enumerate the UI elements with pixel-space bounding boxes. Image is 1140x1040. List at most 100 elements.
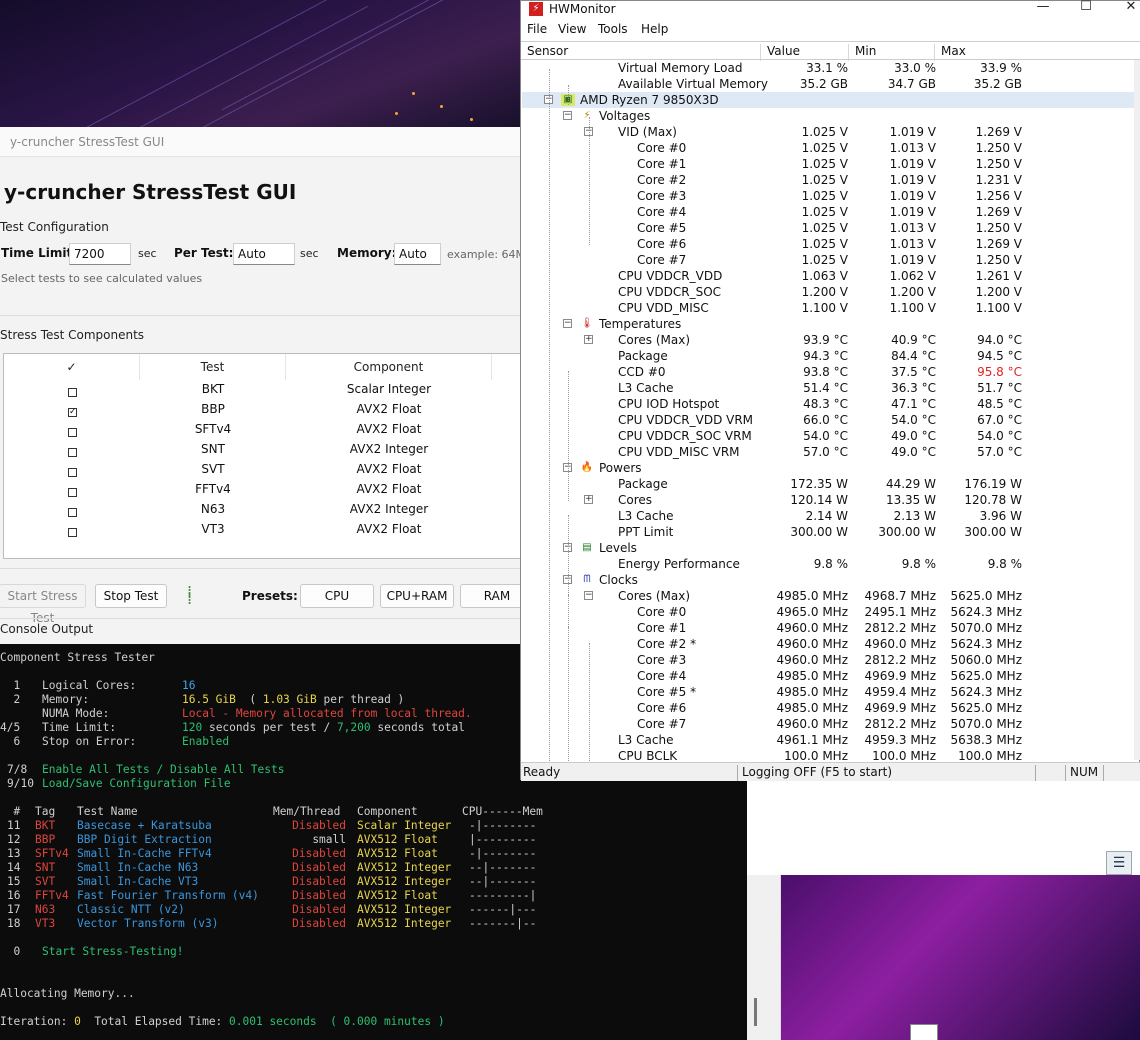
test-checkbox[interactable]	[68, 448, 77, 457]
tree-expander-icon[interactable]: −	[584, 591, 593, 600]
drag-handle-icon[interactable]: ⁞ ⁞	[187, 584, 197, 608]
tree-expander-icon[interactable]: −	[563, 111, 572, 120]
sensor-row[interactable]: − ⚡ Voltages	[522, 108, 1134, 124]
test-checkbox[interactable]	[68, 468, 77, 477]
col-max-header[interactable]: Max	[935, 44, 1140, 61]
stop-test-button[interactable]: Stop Test	[95, 584, 167, 608]
sensor-row[interactable]: Virtual Memory Load 33.1 % 33.0 % 33.9 %	[522, 61, 1134, 76]
sensor-row[interactable]: Core #2 1.025 V 1.019 V 1.231 V	[522, 172, 1134, 188]
sensor-row[interactable]: Core #6 1.025 V 1.013 V 1.269 V	[522, 236, 1134, 252]
sensor-row[interactable]: PPT Limit 300.00 W 300.00 W 300.00 W	[522, 524, 1134, 540]
sensor-row[interactable]: Core #5 1.025 V 1.013 V 1.250 V	[522, 220, 1134, 236]
sensor-row[interactable]: Core #1 4960.0 MHz 2812.2 MHz 5070.0 MHz	[522, 620, 1134, 636]
test-checkbox[interactable]: ✓	[68, 408, 77, 417]
test-checkbox[interactable]	[68, 428, 77, 437]
sensor-row[interactable]: CPU VDDCR_SOC 1.200 V 1.200 V 1.200 V	[522, 284, 1134, 300]
col-component-header[interactable]: Component	[286, 354, 492, 380]
hwmonitor-titlebar[interactable]: ⚡ HWMonitor — ☐ ✕	[521, 0, 1140, 19]
sensor-row[interactable]: − 🔥 Powers	[522, 460, 1134, 476]
test-checkbox[interactable]	[68, 388, 77, 397]
sensor-row[interactable]: Core #1 1.025 V 1.019 V 1.250 V	[522, 156, 1134, 172]
sensor-name: Core #7	[637, 717, 687, 731]
sensor-row[interactable]: Core #2 * 4960.0 MHz 4960.0 MHz 5624.3 MHz	[522, 636, 1134, 652]
sensor-row[interactable]: − ▤ Levels	[522, 540, 1134, 556]
menu-help[interactable]: Help	[641, 22, 668, 36]
sensor-max: 51.7 °C	[977, 381, 1022, 395]
sensor-row[interactable]: Core #6 4985.0 MHz 4969.9 MHz 5625.0 MHz	[522, 700, 1134, 716]
maximize-icon[interactable]: ☐	[1076, 0, 1096, 14]
sensor-row[interactable]: − VID (Max) 1.025 V 1.019 V 1.269 V	[522, 124, 1134, 140]
list-view-icon[interactable]: ☰	[1106, 851, 1132, 875]
test-checkbox[interactable]	[68, 528, 77, 537]
sensor-row[interactable]: CPU VDDCR_SOC VRM 54.0 °C 49.0 °C 54.0 °C	[522, 428, 1134, 444]
tree-expander-icon[interactable]: +	[584, 495, 593, 504]
start-stress-test-button[interactable]: Start Stress Test	[0, 584, 86, 625]
sensor-row[interactable]: L3 Cache 4961.1 MHz 4959.3 MHz 5638.3 MHz	[522, 732, 1134, 748]
sensor-row[interactable]: Core #5 * 4985.0 MHz 4959.4 MHz 5624.3 MHz	[522, 684, 1134, 700]
component-row[interactable]: ✓ BBP AVX2 Float	[4, 402, 524, 422]
sensor-row[interactable]: CCD #0 93.8 °C 37.5 °C 95.8 °C	[522, 364, 1134, 380]
sensor-row[interactable]: CPU VDD_MISC VRM 57.0 °C 49.0 °C 57.0 °C	[522, 444, 1134, 460]
sensor-row[interactable]: Available Virtual Memory 35.2 GB 34.7 GB 35…	[522, 76, 1134, 92]
menu-view[interactable]: View	[558, 22, 586, 36]
sensor-row[interactable]: − ᗰ Clocks	[522, 572, 1134, 588]
component-row[interactable]: FFTv4 AVX2 Float	[4, 482, 524, 502]
sensor-row[interactable]: Core #3 1.025 V 1.019 V 1.256 V	[522, 188, 1134, 204]
tree-expander-icon[interactable]: −	[563, 319, 572, 328]
menu-file[interactable]: File	[527, 22, 547, 36]
memory-input[interactable]: Auto	[394, 243, 441, 265]
sensor-row[interactable]: Core #0 4965.0 MHz 2495.1 MHz 5624.3 MHz	[522, 604, 1134, 620]
sensor-max: 5070.0 MHz	[950, 621, 1022, 635]
component-row[interactable]: N63 AVX2 Integer	[4, 502, 524, 522]
component-row[interactable]: BKT Scalar Integer	[4, 382, 524, 402]
sensor-row[interactable]: − 🌡 Temperatures	[522, 316, 1134, 332]
sensor-row[interactable]: − ▣ AMD Ryzen 7 9850X3D	[522, 92, 1134, 108]
col-min-header[interactable]: Min	[849, 44, 935, 61]
sensor-row[interactable]: Energy Performance 9.8 % 9.8 % 9.8 %	[522, 556, 1134, 572]
col-value-header[interactable]: Value	[761, 44, 849, 61]
sensor-row[interactable]: Package 172.35 W 44.29 W 176.19 W	[522, 476, 1134, 492]
preset-cpu-button[interactable]: CPU	[300, 584, 374, 608]
preset-cpu-ram-button[interactable]: CPU+RAM	[380, 584, 454, 608]
col-test-header[interactable]: Test	[140, 354, 286, 380]
sensor-row[interactable]: CPU VDDCR_VDD VRM 66.0 °C 54.0 °C 67.0 °C	[522, 412, 1134, 428]
console-scrollbar[interactable]	[754, 998, 757, 1026]
sensor-row[interactable]: Core #4 1.025 V 1.019 V 1.269 V	[522, 204, 1134, 220]
sensor-row[interactable]: CPU VDD_MISC 1.100 V 1.100 V 1.100 V	[522, 300, 1134, 316]
component-row[interactable]: VT3 AVX2 Float	[4, 522, 524, 542]
sensor-row[interactable]: Core #3 4960.0 MHz 2812.2 MHz 5060.0 MHz	[522, 652, 1134, 668]
minimize-icon[interactable]: —	[1033, 0, 1053, 14]
sensor-tree[interactable]: Virtual Memory Load 33.1 % 33.0 % 33.9 % Ava…	[522, 61, 1134, 761]
sensor-max: 57.0 °C	[977, 445, 1022, 459]
time-limit-input[interactable]: 7200	[69, 243, 131, 265]
sensor-row[interactable]: CPU VDDCR_VDD 1.063 V 1.062 V 1.261 V	[522, 268, 1134, 284]
sensor-scrollbar[interactable]	[1134, 60, 1140, 760]
component-row[interactable]: SFTv4 AVX2 Float	[4, 422, 524, 442]
sensor-row[interactable]: Core #0 1.025 V 1.013 V 1.250 V	[522, 140, 1134, 156]
test-checkbox[interactable]	[68, 508, 77, 517]
col-sensor-header[interactable]: Sensor	[521, 44, 761, 61]
sensor-max: 1.231 V	[975, 173, 1022, 187]
close-icon[interactable]: ✕	[1121, 0, 1140, 14]
sensor-row[interactable]: Core #7 4960.0 MHz 2812.2 MHz 5070.0 MHz	[522, 716, 1134, 732]
sensor-row[interactable]: L3 Cache 51.4 °C 36.3 °C 51.7 °C	[522, 380, 1134, 396]
sensor-row[interactable]: L3 Cache 2.14 W 2.13 W 3.96 W	[522, 508, 1134, 524]
col-check-header[interactable]: ✓	[4, 354, 140, 380]
sensor-row[interactable]: Core #4 4985.0 MHz 4969.9 MHz 5625.0 MHz	[522, 668, 1134, 684]
sensor-row[interactable]: Core #7 1.025 V 1.019 V 1.250 V	[522, 252, 1134, 268]
sensor-row[interactable]: CPU IOD Hotspot 48.3 °C 47.1 °C 48.5 °C	[522, 396, 1134, 412]
document-icon	[910, 1024, 938, 1040]
test-checkbox[interactable]	[68, 488, 77, 497]
component-row[interactable]: SNT AVX2 Integer	[4, 442, 524, 462]
per-test-input[interactable]: Auto	[233, 243, 295, 265]
sensor-value: 100.0 MHz	[784, 749, 848, 761]
menu-tools[interactable]: Tools	[598, 22, 628, 36]
sensor-min: 84.4 °C	[891, 349, 936, 363]
sensor-row[interactable]: CPU BCLK 100.0 MHz 100.0 MHz 100.0 MHz	[522, 748, 1134, 761]
sensor-row[interactable]: − Cores (Max) 4985.0 MHz 4968.7 MHz 5625.0 M…	[522, 588, 1134, 604]
sensor-row[interactable]: Package 94.3 °C 84.4 °C 94.5 °C	[522, 348, 1134, 364]
sensor-row[interactable]: + Cores (Max) 93.9 °C 40.9 °C 94.0 °C	[522, 332, 1134, 348]
component-row[interactable]: SVT AVX2 Float	[4, 462, 524, 482]
sensor-row[interactable]: + Cores 120.14 W 13.35 W 120.78 W	[522, 492, 1134, 508]
tree-expander-icon[interactable]: +	[584, 335, 593, 344]
